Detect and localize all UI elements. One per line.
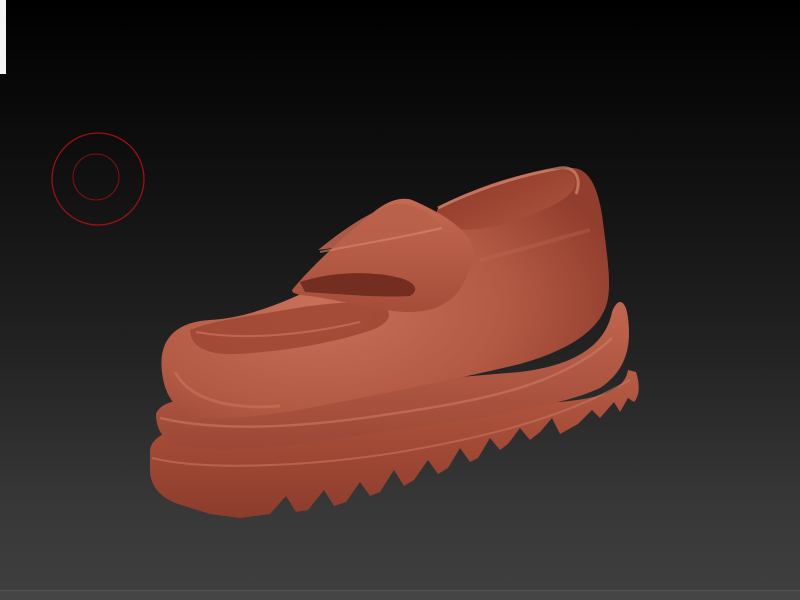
3d-viewport[interactable] bbox=[0, 0, 800, 600]
shoe-model[interactable] bbox=[0, 0, 800, 600]
bottom-shelf bbox=[0, 590, 800, 600]
